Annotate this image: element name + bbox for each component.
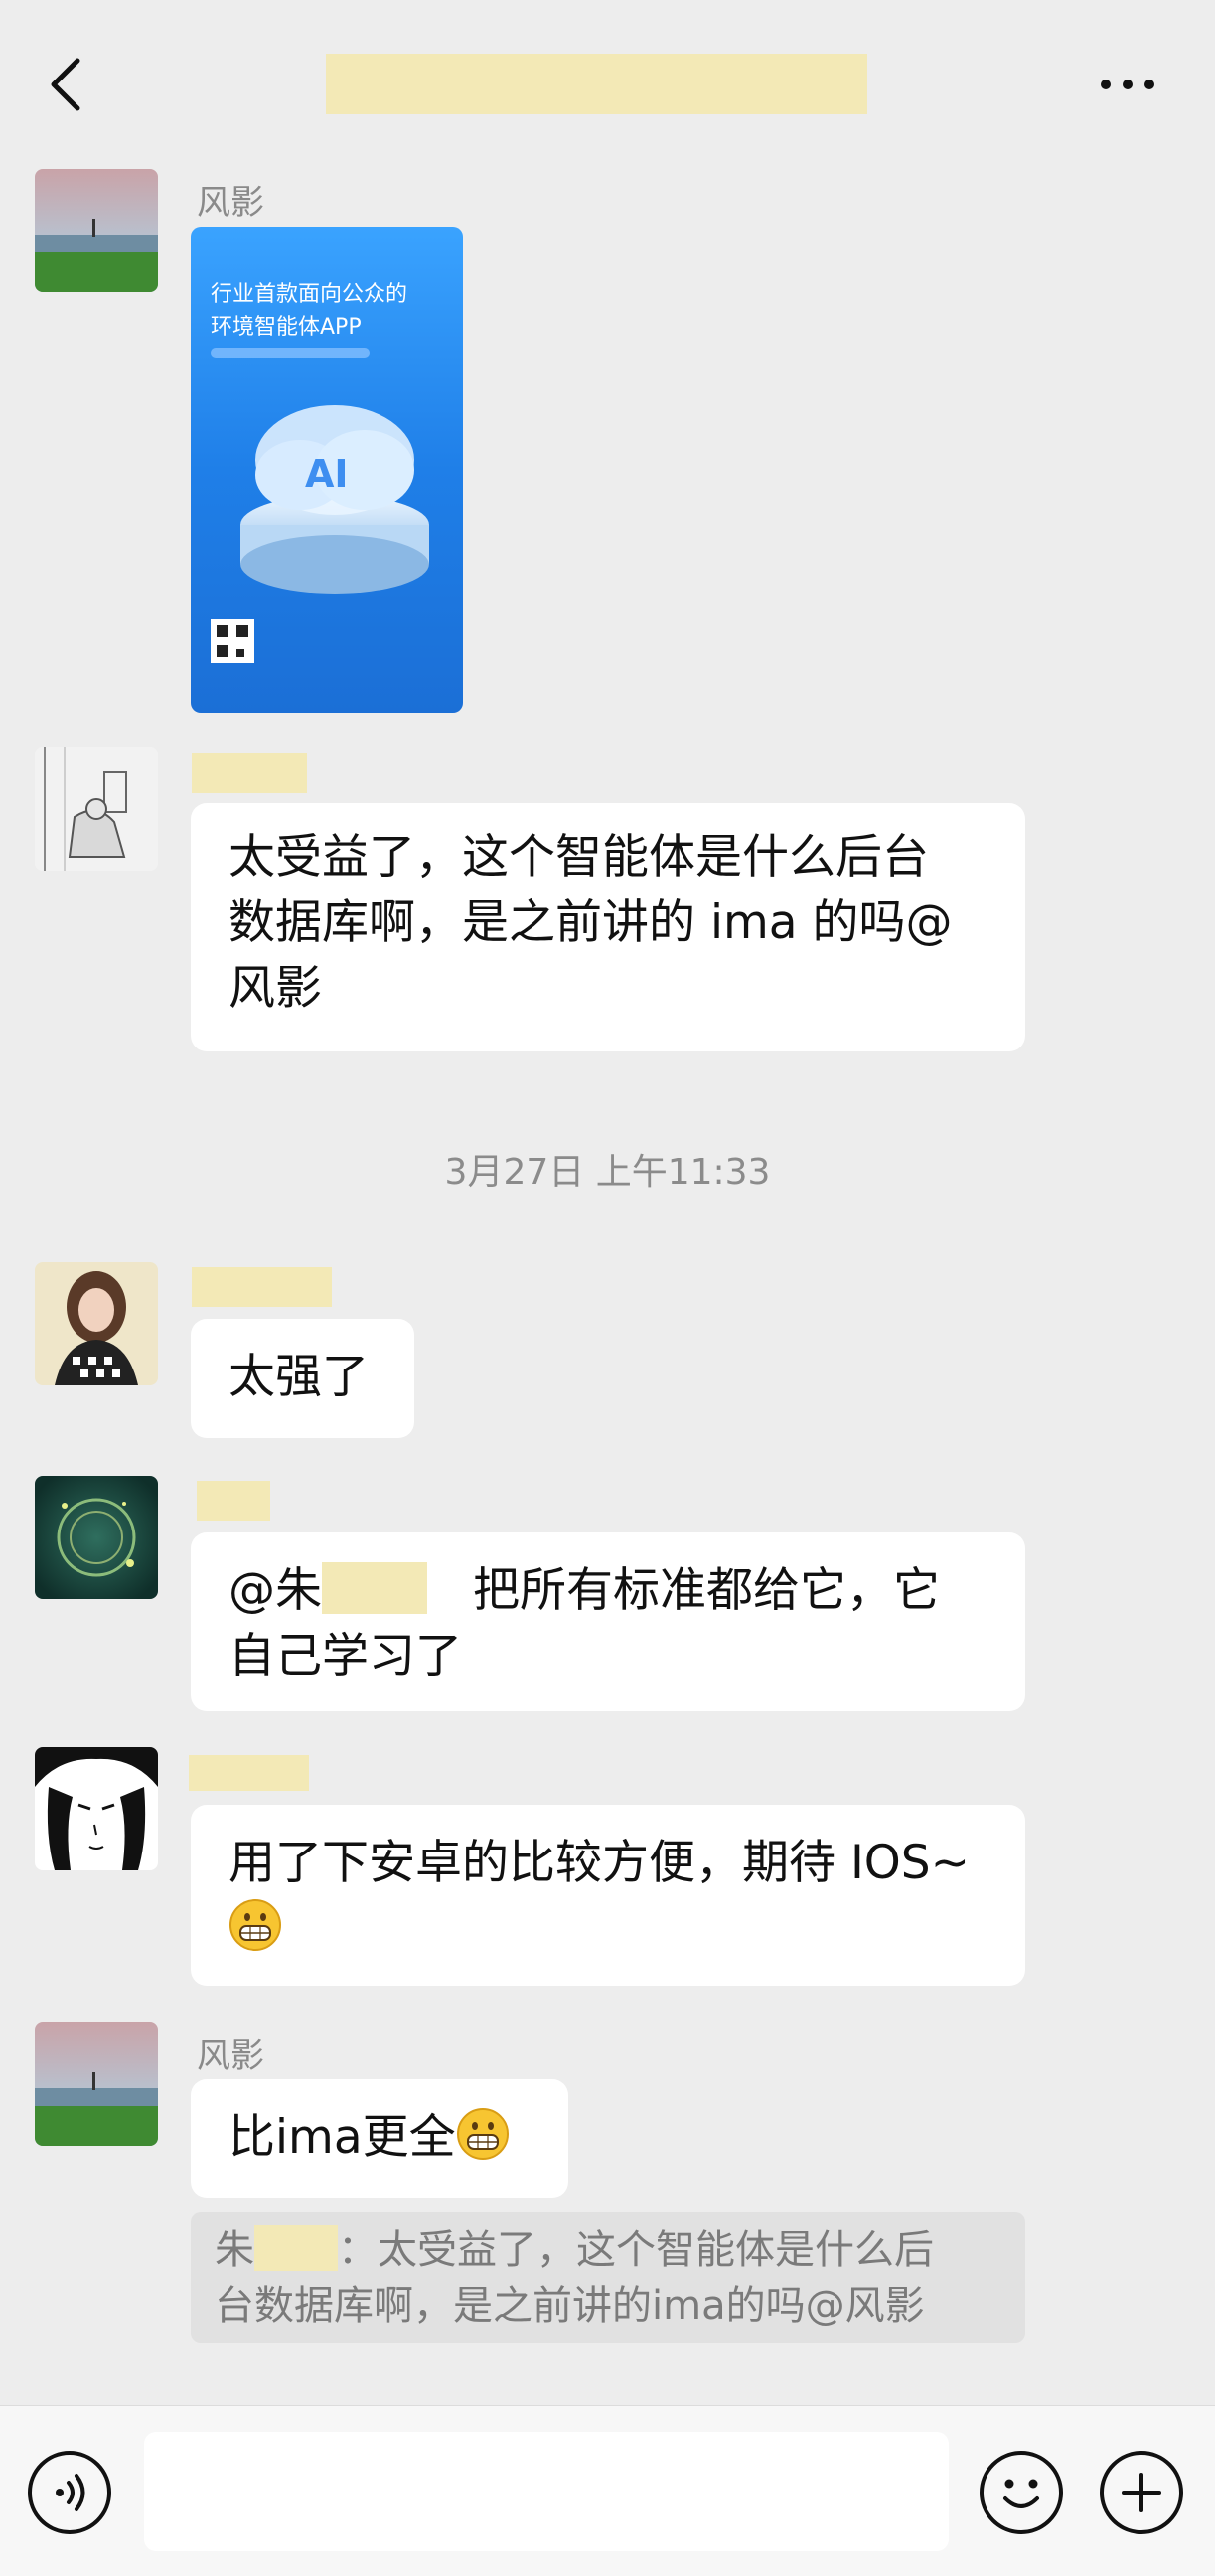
message-bubble[interactable]: @朱 把所有标准都给它，它 自己学习了 [191,1532,1025,1711]
timestamp: 3月27日 上午11:33 [444,1152,771,1193]
poster-title-line2: 环境智能体APP [211,315,362,340]
grin-emoji [456,2107,510,2161]
quote-line: 台数据库啊，是之前讲的ima的吗@风影 [215,2283,925,2329]
mention-name-redacted [322,1562,427,1614]
avatar[interactable] [35,169,158,292]
quote-line: 朱 ：太受益了，这个智能体是什么后 [215,2222,1001,2278]
message-line: 用了下安卓的比较方便，期待 IOS~ [228,1836,971,1890]
message-line: 自己学习了 [228,1629,462,1684]
voice-icon[interactable] [28,2451,111,2534]
sender-name-redacted [189,1755,309,1791]
chat-title-redacted [326,54,867,114]
message-bubble[interactable]: 比ima更全 [191,2079,568,2198]
sender-name-redacted [192,753,307,793]
message-input[interactable] [144,2432,949,2551]
sender-name: 风影 [197,2036,264,2076]
more-icon[interactable] [1098,70,1157,99]
quote-text: 太受益了，这个智能体是什么后 [378,2227,934,2273]
quote-name-redacted [254,2225,338,2271]
avatar[interactable] [35,747,158,871]
avatar[interactable] [35,1747,158,1870]
message-line: 比ima更全 [228,2105,531,2171]
emoji-icon[interactable] [980,2451,1063,2534]
sender-name-redacted [197,1481,270,1521]
message-line: 太强了 [228,1350,369,1404]
sender-name-redacted [192,1267,332,1307]
shared-image-poster[interactable]: 行业首款面向公众的 环境智能体APP AI [191,227,463,713]
avatar[interactable] [35,1476,158,1599]
message-bubble[interactable]: 太强了 [191,1319,414,1438]
avatar[interactable] [35,2022,158,2146]
message-line: @朱 把所有标准都给它，它 [228,1558,987,1624]
chevron-left-icon[interactable] [40,45,99,124]
quote-sep: ： [338,2227,378,2273]
grin-emoji [228,1898,282,1952]
poster-ai-label: AI [305,452,349,496]
message-bubble[interactable]: 用了下安卓的比较方便，期待 IOS~ [191,1805,1025,1986]
message-text: 比ima更全 [228,2110,456,2165]
quote-prefix: 朱 [215,2227,254,2273]
message-line: 太受益了，这个智能体是什么后台 [228,830,929,885]
poster-title-line1: 行业首款面向公众的 [211,282,407,307]
message-text: 把所有标准都给它，它 [473,1563,940,1618]
message-line: 数据库啊，是之前讲的 ima 的吗@ [228,895,953,950]
quoted-message[interactable]: 朱 ：太受益了，这个智能体是什么后 台数据库啊，是之前讲的ima的吗@风影 [191,2212,1025,2343]
message-bubble[interactable]: 太受益了，这个智能体是什么后台 数据库啊，是之前讲的 ima 的吗@ 风影 [191,803,1025,1051]
sender-name: 风影 [197,183,264,223]
avatar[interactable] [35,1262,158,1385]
mention-text: @朱 [228,1563,322,1618]
plus-icon[interactable] [1100,2451,1183,2534]
message-line: 风影 [228,961,322,1016]
message-line [228,1896,987,1962]
